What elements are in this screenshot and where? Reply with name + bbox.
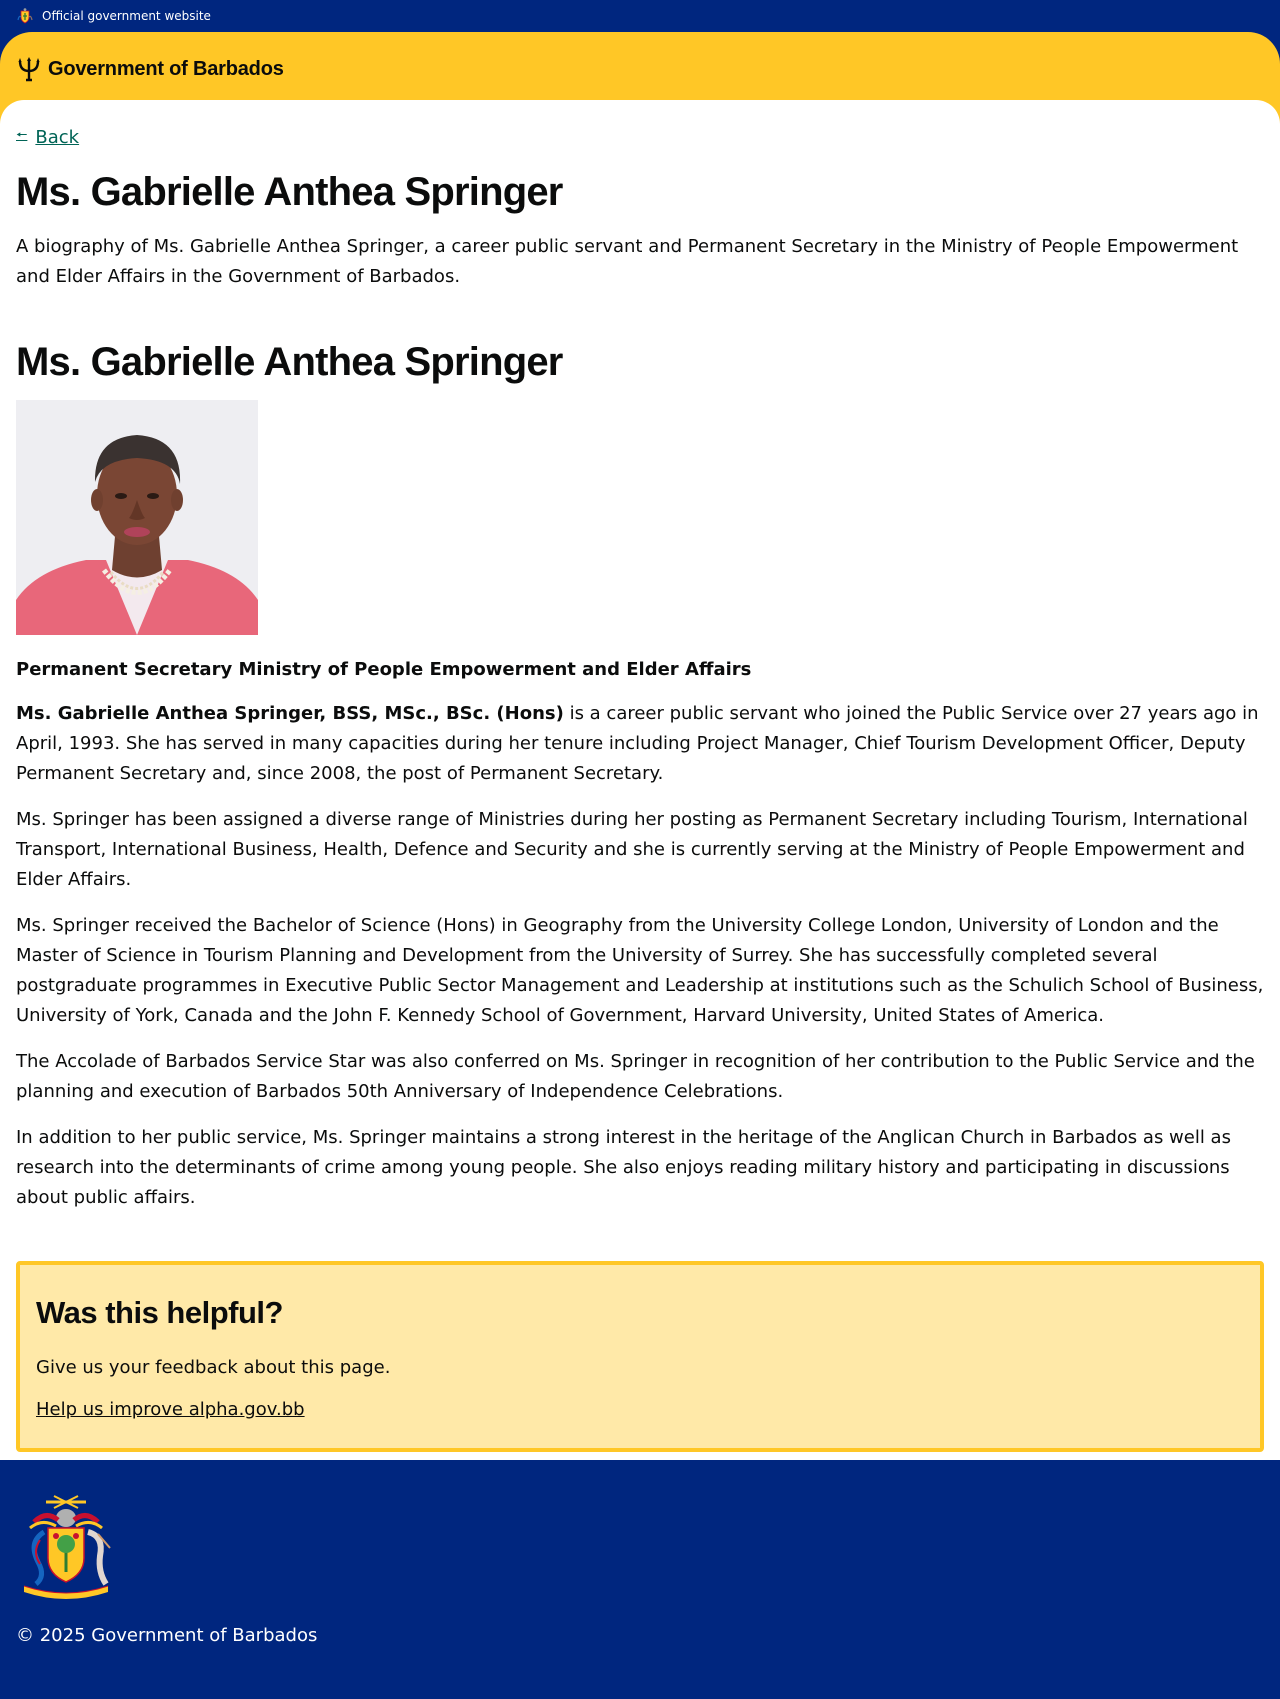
page-lead: A biography of Ms. Gabrielle Anthea Spri…	[16, 236, 1239, 287]
official-website-banner: Official government website	[0, 0, 1280, 32]
feedback-title: Was this helpful?	[36, 1295, 283, 1330]
bio-name-credentials: Ms. Gabrielle Anthea Springer, BSS, MSc.…	[16, 703, 564, 724]
main-content: 🠔 Back Ms. Gabrielle Anthea Springer A b…	[0, 100, 1280, 1460]
bio-paragraph: The Accolade of Barbados Service Star wa…	[16, 1051, 1255, 1102]
back-link[interactable]: 🠔 Back	[16, 126, 79, 148]
trident-icon	[18, 57, 40, 82]
feedback-link[interactable]: Help us improve alpha.gov.bb	[36, 1399, 305, 1420]
feedback-text: Give us your feedback about this page.	[36, 1357, 391, 1378]
bio-paragraph: Ms. Gabrielle Anthea Springer, BSS, MSc.…	[16, 699, 1264, 789]
official-website-text: Official government website	[42, 9, 211, 23]
coat-of-arms-icon	[17, 8, 33, 24]
bio-paragraph: Ms. Springer received the Bachelor of Sc…	[16, 915, 1264, 1026]
coat-of-arms-icon	[23, 1495, 111, 1599]
page-title: Ms. Gabrielle Anthea Springer	[16, 170, 563, 214]
role-title: Permanent Secretary Ministry of People E…	[16, 659, 752, 680]
biography-heading: Ms. Gabrielle Anthea Springer	[16, 340, 563, 384]
bio-paragraph: In addition to her public service, Ms. S…	[16, 1127, 1231, 1208]
bio-paragraph: Ms. Springer has been assigned a diverse…	[16, 809, 1248, 890]
biography-body: Ms. Gabrielle Anthea Springer, BSS, MSc.…	[16, 699, 1264, 1213]
portrait-photo	[16, 400, 258, 635]
home-link[interactable]: Government of Barbados	[16, 56, 284, 82]
feedback-panel: Was this helpful? Give us your feedback …	[16, 1261, 1264, 1452]
back-link-label: Back	[35, 126, 80, 148]
site-footer: © 2025 Government of Barbados	[0, 1460, 1280, 1671]
site-brand-name: Government of Barbados	[48, 57, 284, 80]
copyright-text: © 2025 Government of Barbados	[16, 1625, 318, 1646]
arrow-left-icon: 🠔	[16, 128, 28, 143]
